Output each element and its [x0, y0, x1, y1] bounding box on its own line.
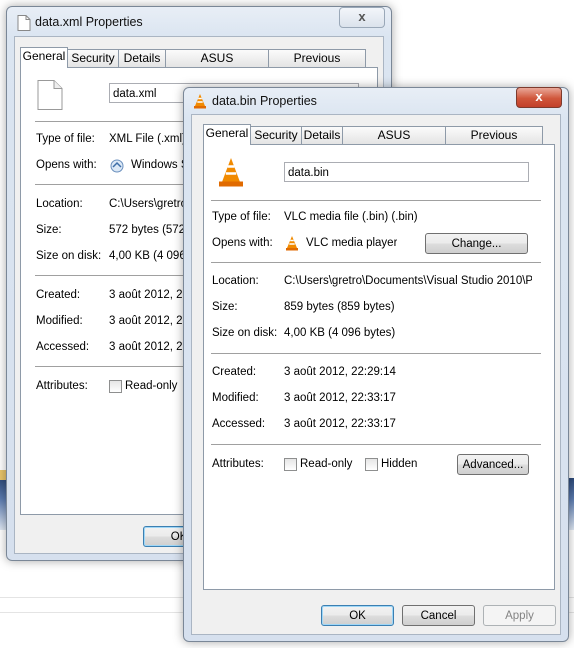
size-label: Size: — [36, 224, 62, 236]
apply-button[interactable]: Apply — [483, 605, 556, 626]
hidden-label: Hidden — [381, 458, 418, 470]
separator — [211, 200, 541, 201]
size-label: Size: — [212, 301, 238, 313]
modified-label: Modified: — [212, 392, 259, 404]
type-label: Type of file: — [212, 211, 271, 223]
type-label: Type of file: — [36, 133, 95, 145]
tab-asus-webstorage[interactable]: ASUS WebStorage — [165, 49, 269, 82]
readonly-checkbox[interactable] — [284, 458, 297, 471]
tab-general[interactable]: General — [203, 124, 251, 145]
size-value: 859 bytes (859 bytes) — [284, 301, 395, 313]
windows-app-icon — [110, 159, 124, 173]
window-client: General Security Details ASUS WebStorage… — [191, 114, 561, 635]
separator — [211, 444, 541, 445]
tab-details[interactable]: Details — [118, 49, 166, 67]
tab-asus-webstorage[interactable]: ASUS WebStorage — [342, 126, 446, 159]
vlc-cone-icon — [286, 236, 298, 251]
tab-page: data.bin Type of file: VLC media file (.… — [203, 144, 555, 590]
separator — [211, 262, 541, 263]
created-value: 3 août 2012, 22 — [109, 289, 189, 301]
opens-with-value: VLC media player — [306, 237, 398, 249]
created-value: 3 août 2012, 22:29:14 — [284, 366, 396, 378]
window-title: data.xml Properties — [35, 15, 143, 29]
tab-previous-versions[interactable]: Previous Versions — [268, 49, 366, 82]
close-button[interactable]: x — [339, 7, 385, 28]
size-on-disk-label: Size on disk: — [212, 327, 278, 339]
location-value: C:\Users\gretro\Documents\Visual Studio … — [284, 275, 532, 287]
accessed-value: 3 août 2012, 22:33:17 — [284, 418, 396, 430]
modified-value: 3 août 2012, 22:33:17 — [284, 392, 396, 404]
created-label: Created: — [36, 289, 81, 301]
readonly-label: Read-only — [125, 380, 178, 392]
accessed-value: 3 août 2012, 22 — [109, 341, 189, 353]
document-icon — [17, 15, 31, 31]
separator — [211, 353, 541, 354]
modified-value: 3 août 2012, 22 — [109, 315, 189, 327]
size-value: 572 bytes (572 b — [109, 224, 195, 236]
created-label: Created: — [212, 366, 257, 378]
advanced-button[interactable]: Advanced... — [457, 454, 529, 475]
opens-with-label: Opens with: — [212, 237, 273, 249]
readonly-checkbox[interactable] — [109, 380, 122, 393]
attributes-label: Attributes: — [212, 458, 264, 470]
change-button[interactable]: Change... — [425, 233, 528, 254]
opens-with-value: Windows S — [131, 159, 189, 171]
size-on-disk-value: 4,00 KB (4 096 bytes) — [284, 327, 396, 339]
vlc-cone-icon — [194, 94, 206, 109]
location-label: Location: — [36, 198, 83, 210]
type-value: VLC media file (.bin) (.bin) — [284, 211, 418, 223]
window-title: data.bin Properties — [212, 94, 317, 108]
vlc-cone-icon — [219, 158, 243, 187]
accessed-label: Accessed: — [36, 341, 90, 353]
size-on-disk-label: Size on disk: — [36, 250, 102, 262]
tab-security[interactable]: Security — [250, 126, 302, 144]
tab-details[interactable]: Details — [301, 126, 343, 144]
tab-security[interactable]: Security — [67, 49, 119, 67]
readonly-label: Read-only — [300, 458, 353, 470]
type-value: XML File (.xml) — [109, 133, 186, 145]
ok-button[interactable]: OK — [321, 605, 394, 626]
location-value: C:\Users\gretro\ — [109, 198, 191, 210]
close-button[interactable]: x — [516, 87, 562, 108]
properties-window-data-bin: data.bin Properties x General Security D… — [183, 87, 569, 642]
cancel-button[interactable]: Cancel — [402, 605, 475, 626]
document-icon — [37, 80, 63, 110]
filename-input[interactable]: data.bin — [284, 162, 529, 182]
accessed-label: Accessed: — [212, 418, 266, 430]
location-label: Location: — [212, 275, 259, 287]
modified-label: Modified: — [36, 315, 83, 327]
hidden-checkbox[interactable] — [365, 458, 378, 471]
attributes-label: Attributes: — [36, 380, 88, 392]
opens-with-label: Opens with: — [36, 159, 97, 171]
tab-general[interactable]: General — [20, 47, 68, 68]
tab-previous-versions[interactable]: Previous Versions — [445, 126, 543, 159]
